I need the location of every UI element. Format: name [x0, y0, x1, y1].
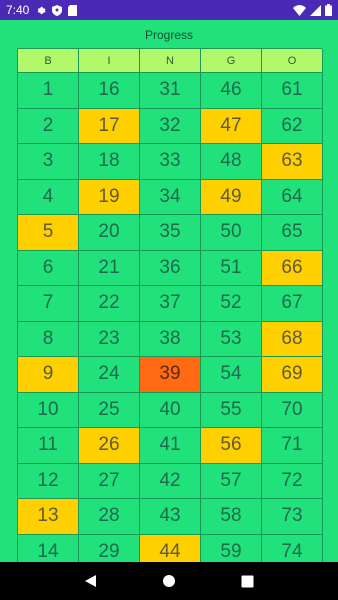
bingo-cell-20: 20 [79, 215, 140, 251]
bingo-cell-33: 33 [140, 144, 201, 180]
bingo-cell-4: 4 [18, 179, 79, 215]
bingo-cell-26: 26 [79, 428, 140, 464]
status-time: 7:40 [6, 3, 30, 17]
bingo-cell-51: 51 [201, 250, 262, 286]
column-header-g: G [201, 49, 262, 73]
battery-icon [325, 4, 332, 16]
bingo-cell-11: 11 [18, 428, 79, 464]
status-right [293, 4, 332, 16]
bingo-cell-49: 49 [201, 179, 262, 215]
bingo-cell-43: 43 [140, 499, 201, 535]
bingo-cell-61: 61 [262, 73, 323, 109]
bingo-cell-57: 57 [201, 463, 262, 499]
bingo-cell-25: 25 [79, 392, 140, 428]
recents-square-icon[interactable] [235, 569, 259, 593]
bingo-cell-53: 53 [201, 321, 262, 357]
bingo-cell-32: 32 [140, 108, 201, 144]
bingo-cell-28: 28 [79, 499, 140, 535]
bingo-cell-9: 9 [18, 357, 79, 393]
bingo-cell-27: 27 [79, 463, 140, 499]
status-left: 7:40 [6, 3, 78, 17]
settings-gear-icon [35, 5, 46, 16]
bingo-cell-34: 34 [140, 179, 201, 215]
column-header-i: I [79, 49, 140, 73]
bingo-cell-19: 19 [79, 179, 140, 215]
bingo-cell-21: 21 [79, 250, 140, 286]
bingo-cell-46: 46 [201, 73, 262, 109]
bingo-cell-71: 71 [262, 428, 323, 464]
column-header-o: O [262, 49, 323, 73]
bingo-cell-6: 6 [18, 250, 79, 286]
bingo-cell-12: 12 [18, 463, 79, 499]
bingo-cell-8: 8 [18, 321, 79, 357]
bingo-cell-48: 48 [201, 144, 262, 180]
bingo-cell-42: 42 [140, 463, 201, 499]
bingo-cell-65: 65 [262, 215, 323, 251]
column-header-b: B [18, 49, 79, 73]
bingo-cell-54: 54 [201, 357, 262, 393]
bingo-cell-68: 68 [262, 321, 323, 357]
bingo-cell-7: 7 [18, 286, 79, 322]
bingo-cell-62: 62 [262, 108, 323, 144]
column-header-n: N [140, 49, 201, 73]
bingo-cell-67: 67 [262, 286, 323, 322]
bingo-cell-64: 64 [262, 179, 323, 215]
bingo-cell-52: 52 [201, 286, 262, 322]
bingo-cell-3: 3 [18, 144, 79, 180]
status-bar: 7:40 [0, 0, 338, 20]
back-triangle-icon[interactable] [79, 569, 103, 593]
bingo-cell-13: 13 [18, 499, 79, 535]
bingo-cell-66: 66 [262, 250, 323, 286]
bingo-cell-40: 40 [140, 392, 201, 428]
sd-card-icon [68, 4, 78, 16]
bingo-board: B I N G O 1 16 31 46 61 2 17 32 47 62 3 18 33 48 63 4 19 34 49 6… [17, 48, 323, 570]
bingo-cell-72: 72 [262, 463, 323, 499]
bingo-cell-18: 18 [79, 144, 140, 180]
bingo-cell-17: 17 [79, 108, 140, 144]
bingo-cell-50: 50 [201, 215, 262, 251]
shield-icon [52, 4, 63, 16]
bingo-cell-10: 10 [18, 392, 79, 428]
page-title: Progress [144, 28, 194, 42]
bingo-cell-2: 2 [18, 108, 79, 144]
bingo-cell-22: 22 [79, 286, 140, 322]
bingo-cell-1: 1 [18, 73, 79, 109]
bingo-cell-41: 41 [140, 428, 201, 464]
bingo-cell-47: 47 [201, 108, 262, 144]
home-circle-icon[interactable] [157, 569, 181, 593]
navigation-bar [0, 562, 338, 600]
bingo-cell-39: 39 [140, 357, 201, 393]
bingo-cell-36: 36 [140, 250, 201, 286]
bingo-cell-35: 35 [140, 215, 201, 251]
bingo-cell-5: 5 [18, 215, 79, 251]
bingo-cell-38: 38 [140, 321, 201, 357]
bingo-cell-23: 23 [79, 321, 140, 357]
bingo-cell-58: 58 [201, 499, 262, 535]
bingo-cell-73: 73 [262, 499, 323, 535]
bingo-cell-24: 24 [79, 357, 140, 393]
bingo-cell-69: 69 [262, 357, 323, 393]
bingo-cell-55: 55 [201, 392, 262, 428]
bingo-cell-56: 56 [201, 428, 262, 464]
bingo-cell-63: 63 [262, 144, 323, 180]
bingo-cell-37: 37 [140, 286, 201, 322]
bingo-cell-70: 70 [262, 392, 323, 428]
wifi-icon [293, 4, 306, 16]
cell-signal-icon [310, 4, 321, 16]
bingo-cell-16: 16 [79, 73, 140, 109]
bingo-cell-31: 31 [140, 73, 201, 109]
